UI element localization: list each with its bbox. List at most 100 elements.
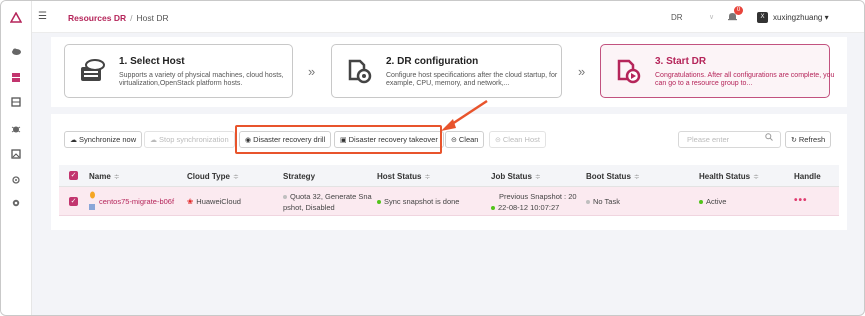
strategy-line-2: pshot, Disabled: [283, 203, 335, 212]
column-header-boot-status[interactable]: Boot Status ≑: [586, 172, 640, 181]
synchronize-now-label: Synchronize now: [79, 135, 137, 144]
status-dot-icon: [283, 195, 287, 200]
breadcrumb: Resources DR / Host DR: [68, 13, 169, 23]
cloud-host-icon: [77, 57, 107, 85]
job-status-line-2: 22-08-12 10:07:27: [498, 203, 560, 212]
health-status-value: Active: [706, 197, 727, 206]
sort-icon[interactable]: ≑: [634, 174, 640, 181]
host-name-link[interactable]: centos75-migrate-b06f: [99, 197, 174, 206]
refresh-button[interactable]: ↻ Refresh: [785, 131, 832, 148]
breadcrumb-root[interactable]: Resources DR: [68, 13, 126, 23]
search-icon[interactable]: [765, 133, 773, 143]
chevron-right-icon: »: [308, 64, 316, 79]
breadcrumb-separator: /: [130, 13, 133, 23]
cloud-icon: ☁: [70, 137, 77, 144]
table-row[interactable]: ✓ centos75-migrate-b06f ❀ HuaweiCloud Quo…: [59, 187, 839, 216]
sidebar-item-server[interactable]: [9, 95, 23, 109]
avatar[interactable]: X: [757, 12, 768, 23]
synchronize-now-button[interactable]: ☁ Synchronize now: [64, 131, 143, 148]
hamburger-icon[interactable]: ☰: [38, 11, 50, 23]
column-label: Name: [89, 172, 111, 181]
column-header-job-status[interactable]: Job Status ≑: [491, 172, 541, 181]
stop-synchronization-label: Stop synchronization: [159, 135, 229, 144]
step-select-host: 1. Select Host Supports a variety of phy…: [64, 44, 293, 98]
sidebar-item-bug[interactable]: [9, 122, 23, 136]
stop-synchronization-button[interactable]: ☁ Stop synchronization: [144, 131, 235, 148]
steps-panel: 1. Select Host Supports a variety of phy…: [51, 37, 847, 107]
logo-icon[interactable]: [9, 10, 23, 24]
status-dot-icon: [586, 200, 590, 205]
column-label: Handle: [794, 172, 821, 181]
sidebar-item-cloud[interactable]: [9, 44, 23, 58]
chevron-right-icon: »: [578, 64, 586, 79]
step-start-dr: 3. Start DR Congratulations. After all c…: [600, 44, 834, 98]
status-dot-icon: [699, 200, 703, 205]
start-dr-icon: [613, 57, 643, 85]
column-header-name[interactable]: Name ≑: [89, 172, 120, 181]
username-menu[interactable]: xuxingzhuang ▾: [773, 13, 829, 22]
table-header: ✓ Name ≑ Cloud Type ≑ Strategy Host Status…: [59, 165, 839, 187]
os-icon: [89, 191, 96, 202]
job-status-cell: Previous Snapshot : 20 22-08-12 10:07:27: [491, 191, 577, 213]
strategy-line-1: Quota 32, Generate Sna: [290, 192, 372, 201]
refresh-label: Refresh: [798, 135, 826, 144]
huawei-icon: ❀: [187, 197, 194, 206]
column-label: Boot Status: [586, 172, 631, 181]
more-actions-icon[interactable]: •••: [794, 195, 808, 206]
step-dr-configuration: 2. DR configuration Configure host speci…: [331, 44, 562, 98]
status-dot-icon: [491, 206, 495, 211]
column-header-health-status[interactable]: Health Status ≑: [699, 172, 759, 181]
column-label: Cloud Type: [187, 172, 230, 181]
step-description: Configure host specifications after the …: [386, 72, 558, 87]
sidebar-item-image[interactable]: [9, 147, 23, 161]
host-status-value: Sync snapshot is done: [384, 197, 460, 206]
clean-icon: ⊝: [451, 137, 457, 144]
step-description: Congratulations. After all configuration…: [655, 72, 835, 87]
sort-icon[interactable]: ≑: [233, 174, 239, 181]
strategy-cell: Quota 32, Generate Sna pshot, Disabled: [283, 191, 372, 213]
cloud-type-value: HuaweiCloud: [196, 197, 241, 206]
vm-icon: [89, 203, 95, 212]
refresh-icon: ↻: [791, 137, 797, 144]
column-header-host-status[interactable]: Host Status ≑: [377, 172, 430, 181]
chevron-down-icon[interactable]: ∨: [709, 13, 714, 21]
step-description: Supports a variety of physical machines,…: [119, 72, 284, 87]
sort-icon[interactable]: ≑: [535, 174, 541, 181]
sidebar-item-monitor[interactable]: [9, 173, 23, 187]
cloud-type-cell: ❀ HuaweiCloud: [187, 197, 241, 206]
cloud-off-icon: ☁: [150, 137, 157, 144]
column-label: Host Status: [377, 172, 422, 181]
clean-host-icon: ⊝: [495, 137, 501, 144]
sort-icon[interactable]: ≑: [424, 174, 430, 181]
row-checkbox[interactable]: ✓: [69, 197, 78, 206]
sidebar: [1, 1, 32, 315]
step-title: 1. Select Host: [119, 56, 185, 67]
host-list-panel: ☁ Synchronize now ☁ Stop synchronization ◉…: [51, 114, 847, 230]
step-title: 2. DR configuration: [386, 56, 479, 67]
select-all-checkbox[interactable]: ✓: [69, 171, 78, 180]
column-header-strategy: Strategy: [283, 172, 315, 181]
region-select[interactable]: DR: [671, 13, 683, 22]
boot-status-cell: No Task: [586, 197, 620, 206]
notification-badge: 0: [734, 6, 743, 15]
job-status-line-1: Previous Snapshot : 20: [499, 192, 577, 201]
column-label: Strategy: [283, 172, 316, 181]
clean-button[interactable]: ⊝ Clean: [445, 131, 485, 148]
column-label: Job Status: [491, 172, 532, 181]
sidebar-item-dr[interactable]: [9, 70, 23, 84]
sort-icon[interactable]: ≑: [753, 174, 759, 181]
sort-icon[interactable]: ≑: [114, 174, 120, 181]
column-label: Health Status: [699, 172, 751, 181]
boot-status-value: No Task: [593, 197, 620, 206]
breadcrumb-current: Host DR: [136, 13, 169, 23]
highlight-box: [235, 125, 442, 154]
status-dot-icon: [377, 200, 381, 205]
sidebar-item-settings[interactable]: [9, 196, 23, 210]
username-label: xuxingzhuang: [773, 13, 823, 22]
clean-host-button[interactable]: ⊝ Clean Host: [489, 131, 546, 148]
column-header-cloud-type[interactable]: Cloud Type ≑: [187, 172, 239, 181]
column-header-handle: Handle: [794, 172, 821, 181]
app-window: ☰ Resources DR / Host DR DR ∨ 0 X xuxingzh…: [0, 0, 865, 316]
step-title: 3. Start DR: [655, 56, 707, 67]
clean-label: Clean: [458, 135, 479, 144]
